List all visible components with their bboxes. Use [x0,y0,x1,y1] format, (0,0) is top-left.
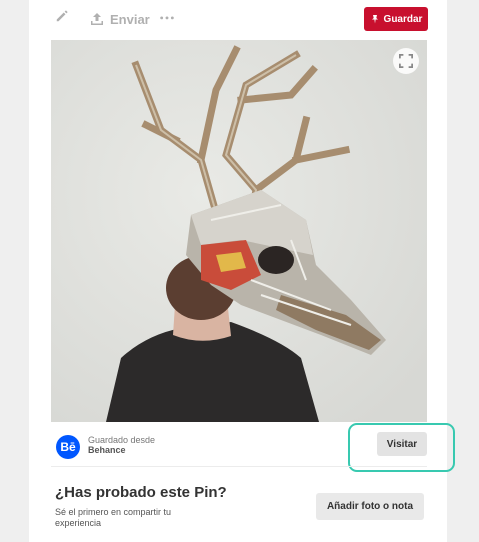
add-photo-button[interactable]: Añadir foto o nota [316,493,424,520]
tried-subtitle: Sé el primero en compartir tu experienci… [55,507,172,528]
more-icon[interactable] [159,9,177,27]
pin-card: Enviar Guardar Bē Guardado desde Behance… [29,0,455,542]
tried-title: ¿Has probado este Pin? [55,484,227,501]
cardboard-deer-mask-photo [51,40,427,422]
source-name-link[interactable]: Behance [88,445,126,455]
save-label: Guardar [383,13,423,25]
share-button[interactable]: Enviar [89,9,150,29]
saved-from-label: Guardado desde [88,435,156,445]
pin-image[interactable] [51,40,427,422]
save-button[interactable]: Guardar [364,7,428,31]
divider [51,466,427,467]
share-label: Enviar [110,11,150,27]
expand-button[interactable] [393,48,419,74]
pin-icon [371,15,378,24]
pin-toolbar: Enviar Guardar [29,0,447,38]
pencil-icon[interactable] [55,9,73,27]
behance-logo[interactable]: Bē [56,435,80,459]
share-icon [91,13,103,25]
expand-icon [399,54,413,68]
visit-button[interactable]: Visitar [377,432,427,456]
